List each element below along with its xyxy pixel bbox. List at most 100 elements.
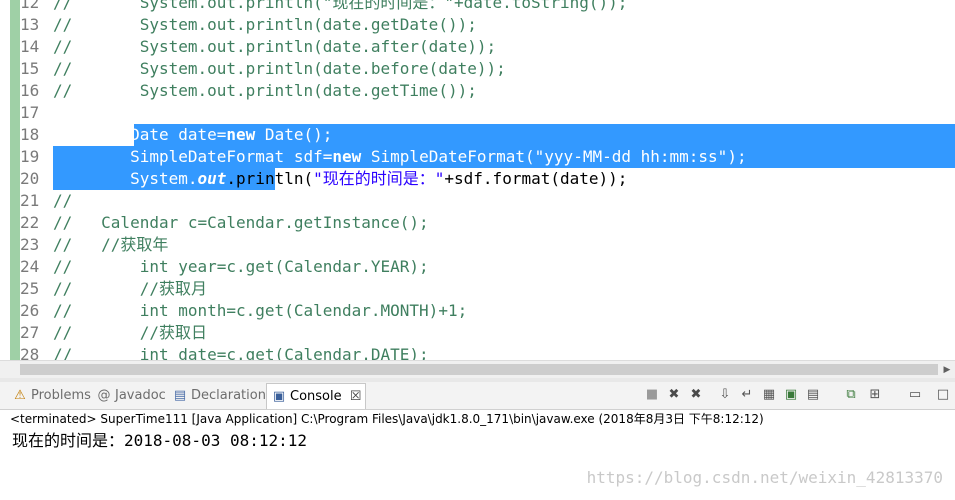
tab-problems[interactable]: ⚠ Problems	[12, 385, 91, 407]
declaration-icon: ▤	[173, 388, 187, 403]
word-wrap-icon[interactable]: ↵	[738, 386, 756, 404]
code-line[interactable]: 16 // System.out.println(date.getTime());	[0, 80, 955, 102]
line-number: 14	[20, 37, 40, 56]
code-token: // System.out.println(date.getTime());	[53, 81, 477, 100]
code-token: // //获取日	[53, 323, 207, 342]
tab-declaration[interactable]: ▤ Declaration	[172, 385, 266, 407]
code-text: // Calendar c=Calendar.getInstance();	[53, 212, 429, 234]
line-number: 27	[20, 323, 40, 342]
scrollbar-thumb[interactable]	[20, 364, 938, 375]
code-line[interactable]: 27 // //获取日	[0, 322, 955, 344]
code-text: // //获取月	[53, 278, 207, 300]
code-line[interactable]: 12 // System.out.println("现在的时间是："+date.t…	[0, 0, 955, 14]
code-line[interactable]: 15 // System.out.println(date.before(date…	[0, 58, 955, 80]
line-number: 12	[20, 0, 40, 12]
terminate-icon[interactable]: ■	[643, 386, 661, 404]
tab-problems-label: Problems	[31, 388, 91, 403]
console-status-line: <terminated> SuperTime111 [Java Applicat…	[10, 412, 764, 426]
code-editor[interactable]: 12 // System.out.println("现在的时间是："+date.t…	[0, 0, 955, 360]
code-text: // int date=c.get(Calendar.DATE);	[53, 344, 429, 360]
line-number: 17	[20, 103, 40, 122]
code-token: "现在的时间是："	[313, 169, 445, 188]
code-text: System.out.println("现在的时间是："+sdf.format(…	[53, 168, 627, 190]
tab-console[interactable]: ▣ Console ☒	[266, 383, 367, 409]
code-text: //	[53, 190, 72, 212]
code-line[interactable]: 17	[0, 102, 955, 124]
code-text: // System.out.println(date.getDate());	[53, 14, 477, 36]
code-line[interactable]: 20 System.out.println("现在的时间是："+sdf.form…	[0, 168, 955, 190]
line-number: 21	[20, 191, 40, 210]
remove-all-icon[interactable]: ✖	[687, 386, 705, 404]
tab-javadoc-label: Javadoc	[115, 388, 166, 403]
code-line[interactable]: 19 SimpleDateFormat sdf=new SimpleDateFo…	[0, 146, 955, 168]
close-icon[interactable]: ☒	[350, 389, 362, 404]
line-number: 23	[20, 235, 40, 254]
code-line[interactable]: 14 // System.out.println(date.after(date)…	[0, 36, 955, 58]
code-line[interactable]: 21 //	[0, 190, 955, 212]
code-token: System.	[53, 169, 198, 188]
code-line[interactable]: 22 // Calendar c=Calendar.getInstance();	[0, 212, 955, 234]
tab-javadoc[interactable]: @ Javadoc	[96, 385, 166, 407]
code-token: .println(	[226, 169, 314, 188]
console-output[interactable]: 现在的时间是：2018-08-03 08:12:12	[12, 430, 307, 452]
code-token: out	[197, 169, 227, 188]
code-text: // //获取日	[53, 322, 207, 344]
code-text: SimpleDateFormat sdf=new SimpleDateForma…	[53, 146, 747, 168]
code-token: new	[226, 125, 256, 144]
remove-launch-icon[interactable]: ✖	[665, 386, 683, 404]
code-token: // System.out.println(date.after(date));	[53, 37, 497, 56]
line-number: 13	[20, 15, 40, 34]
horizontal-scrollbar[interactable]: ▶	[0, 360, 955, 379]
code-line[interactable]: 23 // //获取年	[0, 234, 955, 256]
minimize-icon[interactable]: ▭	[906, 386, 924, 404]
scroll-lock-icon[interactable]: ⇩	[716, 386, 734, 404]
code-line[interactable]: 13 // System.out.println(date.getDate());	[0, 14, 955, 36]
maximize-icon[interactable]: □	[934, 386, 952, 404]
line-number: 19	[20, 147, 40, 166]
scroll-right-icon[interactable]: ▶	[941, 363, 953, 377]
code-token: Date date=	[53, 125, 227, 144]
watermark: https://blog.csdn.net/weixin_42813370	[586, 468, 943, 487]
code-token: SimpleDateFormat sdf=	[53, 147, 333, 166]
code-token: SimpleDateFormat(	[361, 147, 535, 166]
show-console-icon[interactable]: ▣	[782, 386, 800, 404]
code-text: // int month=c.get(Calendar.MONTH)+1;	[53, 300, 467, 322]
open-console-icon[interactable]: ▤	[804, 386, 822, 404]
line-number: 24	[20, 257, 40, 276]
code-line[interactable]: 25 // //获取月	[0, 278, 955, 300]
console-icon: ▣	[272, 389, 286, 404]
code-token: // //获取年	[53, 235, 169, 254]
line-number: 25	[20, 279, 40, 298]
code-line[interactable]: 24 // int year=c.get(Calendar.YEAR);	[0, 256, 955, 278]
display-selected-icon[interactable]: ⧉	[842, 386, 860, 404]
code-text: // System.out.println(date.after(date));	[53, 36, 496, 58]
code-text: // int year=c.get(Calendar.YEAR);	[53, 256, 429, 278]
code-text: // //获取年	[53, 234, 168, 256]
code-token: // Calendar c=Calendar.getInstance();	[53, 213, 429, 232]
code-text: Date date=new Date();	[53, 124, 332, 146]
code-token: "yyy-MM-dd hh:mm:ss"	[534, 147, 728, 166]
code-line[interactable]: 18 Date date=new Date();	[0, 124, 955, 146]
tab-console-label: Console	[290, 389, 342, 404]
code-text: // System.out.println(date.before(date))…	[53, 58, 506, 80]
code-token: // int date=c.get(Calendar.DATE);	[53, 345, 429, 360]
line-number: 26	[20, 301, 40, 320]
code-token: // int year=c.get(Calendar.YEAR);	[53, 257, 429, 276]
line-number: 18	[20, 125, 40, 144]
code-token: // System.out.println(date.before(date))…	[53, 59, 506, 78]
new-console-icon[interactable]: ⊞	[866, 386, 884, 404]
code-token: // System.out.println("现在的时间是："+date.toS…	[53, 0, 628, 12]
code-line[interactable]: 26 // int month=c.get(Calendar.MONTH)+1;	[0, 300, 955, 322]
line-number: 28	[20, 345, 40, 360]
code-text: // System.out.println(date.getTime());	[53, 80, 477, 102]
code-token: //	[53, 191, 73, 210]
code-token: // System.out.println(date.getDate());	[53, 15, 477, 34]
code-token: // int month=c.get(Calendar.MONTH)+1;	[53, 301, 468, 320]
code-token: // //获取月	[53, 279, 207, 298]
code-token: +sdf.format(date));	[444, 169, 628, 188]
javadoc-icon: @	[97, 388, 111, 403]
pin-icon[interactable]: ▦	[760, 386, 778, 404]
code-token: Date();	[255, 125, 333, 144]
problems-icon: ⚠	[14, 388, 26, 403]
code-line[interactable]: 28 // int date=c.get(Calendar.DATE);	[0, 344, 955, 360]
